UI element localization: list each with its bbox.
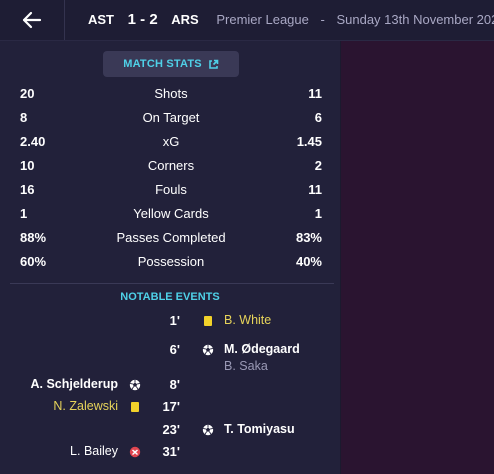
section-divider [10, 283, 334, 284]
stat-away-value: 40% [295, 254, 322, 269]
event-player: B. White [224, 313, 272, 327]
event-row: 8' A. Schjelderup [0, 377, 340, 399]
football-icon [202, 424, 214, 436]
stat-label: Yellow Cards [133, 206, 209, 221]
match-date: Sunday 13th November 2022 [336, 12, 494, 27]
away-goals: 2 [149, 11, 158, 28]
event-player: M. Ødegaard [224, 342, 300, 356]
header-separator: - [320, 12, 325, 27]
top-bar: AST 1 - 2 ARS Premier League - Sunday 13… [0, 0, 494, 41]
event-row: 6' M. Ødegaard B. Saka [0, 342, 340, 373]
event-row: 17' N. Zalewski [0, 399, 340, 421]
event-minute: 31' [162, 444, 180, 459]
stat-away-value: 2 [314, 158, 322, 173]
event-row: 31' L. Bailey [0, 444, 340, 466]
popout-icon [208, 59, 219, 69]
yellow-card-icon [129, 401, 141, 413]
event-row: 23' T. Tomiyasu [0, 422, 340, 444]
stat-row: 20 Shots 11 [20, 82, 322, 106]
stat-away-value: 1 [314, 206, 322, 221]
side-panel-background [341, 41, 494, 474]
stat-label: xG [162, 134, 180, 149]
away-team-code: ARS [171, 12, 199, 27]
yellow-card-icon [202, 315, 214, 327]
event-player: N. Zalewski [53, 399, 118, 413]
stat-label: Shots [154, 86, 188, 101]
football-icon [202, 344, 214, 356]
event-minute: 8' [169, 377, 180, 392]
arrow-left-icon [22, 11, 42, 29]
stat-row: 60% Possession 40% [20, 250, 322, 274]
match-header: AST 1 - 2 ARS Premier League - Sunday 13… [88, 0, 494, 40]
stat-label: Corners [147, 158, 195, 173]
event-assist: B. Saka [224, 359, 268, 373]
competition-name: Premier League [216, 12, 309, 27]
football-icon [129, 379, 141, 391]
stat-away-value: 6 [314, 110, 322, 125]
stat-away-value: 11 [308, 86, 322, 101]
notable-events-title: NOTABLE EVENTS [120, 291, 220, 303]
scoreline: 1 - 2 [128, 11, 158, 28]
stat-label: Possession [137, 254, 205, 269]
match-stats-panel: MATCH STATS 20 Shots 11 8 On Target 6 2.40 xG 1.… [0, 41, 340, 474]
match-stats-tab-label: MATCH STATS [123, 58, 202, 70]
stat-row: 1 Yellow Cards 1 [20, 202, 322, 226]
event-minute: 23' [162, 422, 180, 437]
stat-label: On Target [142, 110, 200, 125]
home-goals: 1 [127, 11, 136, 28]
event-player: L. Bailey [70, 444, 118, 458]
stat-row: 10 Corners 2 [20, 154, 322, 178]
stat-label: Passes Completed [116, 230, 226, 245]
back-button[interactable] [0, 0, 65, 40]
stat-row: 2.40 xG 1.45 [20, 130, 322, 154]
event-player: T. Tomiyasu [224, 422, 295, 436]
event-row: 1' B. White [0, 313, 340, 335]
match-stats-tab[interactable]: MATCH STATS [103, 51, 239, 77]
stat-row: 88% Passes Completed 83% [20, 226, 322, 250]
score-separator: - [140, 11, 146, 28]
event-minute: 1' [169, 313, 180, 328]
event-player: A. Schjelderup [30, 377, 118, 391]
stat-row: 8 On Target 6 [20, 106, 322, 130]
home-team-code: AST [88, 12, 114, 27]
stat-away-value: 83% [295, 230, 322, 245]
event-minute: 17' [162, 399, 180, 414]
stat-label: Fouls [155, 182, 187, 197]
injury-icon [129, 446, 141, 458]
stat-away-value: 11 [308, 182, 322, 197]
stat-row: 16 Fouls 11 [20, 178, 322, 202]
event-minute: 6' [169, 342, 180, 357]
stat-away-value: 1.45 [296, 134, 322, 149]
